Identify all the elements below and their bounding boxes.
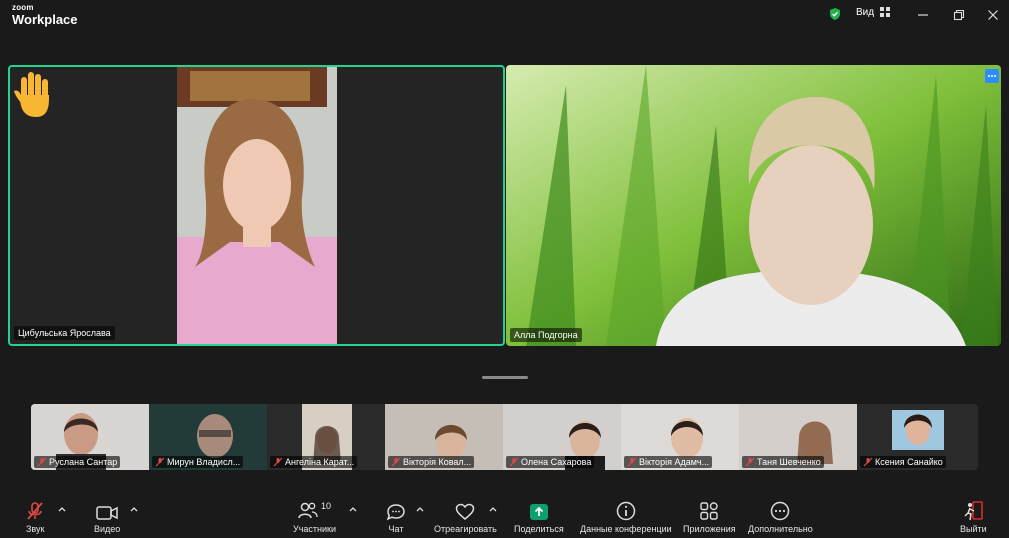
participant-name-tag: Цибульська Ярослава xyxy=(14,326,115,340)
close-icon[interactable] xyxy=(984,6,1002,24)
chat-icon xyxy=(386,504,405,521)
raised-hand-icon xyxy=(12,69,52,117)
grid-icon xyxy=(880,7,891,17)
mic-muted-icon xyxy=(155,457,165,467)
thumbnail-tile[interactable]: Таня Шевченко xyxy=(739,404,857,470)
video-camera-icon xyxy=(96,506,118,520)
mic-muted-icon xyxy=(627,457,637,467)
chat-button[interactable]: Чат xyxy=(386,501,406,534)
view-button[interactable]: Вид xyxy=(856,7,891,18)
participants-count: 10 xyxy=(320,501,331,511)
participant-video xyxy=(506,65,1001,346)
thumbnail-name-tag: Ксения Санайко xyxy=(860,456,946,468)
mic-muted-icon xyxy=(273,457,283,467)
thumbnail-name-tag: Олена Сахарова xyxy=(506,456,595,468)
restore-icon[interactable] xyxy=(950,6,968,24)
resize-handle[interactable] xyxy=(482,376,528,379)
thumbnail-name-tag: Ангеліна Карат... xyxy=(270,456,358,468)
meeting-toolbar: Звук Видео 10 Участники Чат Отреагироват… xyxy=(0,495,1009,538)
participant-video xyxy=(177,67,337,344)
mic-muted-icon xyxy=(745,457,755,467)
mic-muted-icon xyxy=(509,457,519,467)
thumbnail-name-tag: Мирун Владисл... xyxy=(152,456,244,468)
info-icon xyxy=(616,501,636,521)
more-button[interactable]: Дополнительно xyxy=(748,501,813,534)
video-tile-participant[interactable]: Алла Подгорна xyxy=(506,65,1001,346)
mic-muted-icon xyxy=(37,457,47,467)
encryption-shield-icon[interactable] xyxy=(828,7,842,21)
thumbnail-name-tag: Вікторія Ковал... xyxy=(388,456,475,468)
video-tile-active-speaker[interactable]: Цибульська Ярослава xyxy=(8,65,505,346)
mic-muted-icon xyxy=(391,457,401,467)
view-label: Вид xyxy=(856,7,875,18)
apps-icon xyxy=(700,502,719,520)
thumbnail-name-tag: Таня Шевченко xyxy=(742,456,824,468)
thumbnail-tile[interactable]: Ангеліна Карат... xyxy=(267,404,385,470)
mic-muted-icon xyxy=(27,502,43,520)
chevron-up-icon[interactable] xyxy=(348,505,358,513)
leave-icon xyxy=(964,501,984,521)
meeting-info-button[interactable]: Данные конференции xyxy=(580,501,672,534)
chevron-up-icon[interactable] xyxy=(488,505,498,513)
brand-top: zoom xyxy=(12,3,34,12)
chevron-up-icon[interactable] xyxy=(129,505,139,513)
participant-name-tag: Алла Подгорна xyxy=(510,328,582,342)
thumbnail-tile[interactable]: Руслана Сантар xyxy=(31,404,149,470)
participants-icon xyxy=(298,502,318,519)
heart-icon xyxy=(456,503,475,520)
thumbnail-tile[interactable]: Вікторія Адамч... xyxy=(621,404,739,470)
thumbnail-tile[interactable]: Олена Сахарова xyxy=(503,404,621,470)
video-button[interactable]: Видео xyxy=(94,501,120,534)
thumbnail-tile[interactable]: Ксения Санайко xyxy=(857,404,978,470)
thumbnail-name-tag: Вікторія Адамч... xyxy=(624,456,713,468)
chevron-up-icon[interactable] xyxy=(57,505,67,513)
participants-button[interactable]: 10 Участники xyxy=(293,501,336,534)
share-screen-icon xyxy=(529,504,548,520)
share-button[interactable]: Поделиться xyxy=(514,501,564,534)
thumbnail-name-tag: Руслана Сантар xyxy=(34,456,121,468)
gallery-strip: Руслана Сантар Мирун Владисл... Ангеліна… xyxy=(31,404,978,470)
chevron-up-icon[interactable] xyxy=(415,505,425,513)
thumbnail-tile[interactable]: Мирун Владисл... xyxy=(149,404,267,470)
more-options-icon[interactable] xyxy=(985,69,999,83)
audio-button[interactable]: Звук xyxy=(26,501,44,534)
mic-muted-icon xyxy=(863,457,873,467)
minimize-icon[interactable] xyxy=(914,6,932,24)
apps-button[interactable]: Приложения xyxy=(683,501,736,534)
zoom-logo: zoom Workplace xyxy=(12,3,78,27)
brand-bottom: Workplace xyxy=(12,12,78,27)
more-icon xyxy=(771,501,790,521)
title-bar: zoom Workplace Вид xyxy=(0,0,1009,32)
leave-button[interactable]: Выйти xyxy=(960,501,987,534)
thumbnail-tile[interactable]: Вікторія Ковал... xyxy=(385,404,503,470)
